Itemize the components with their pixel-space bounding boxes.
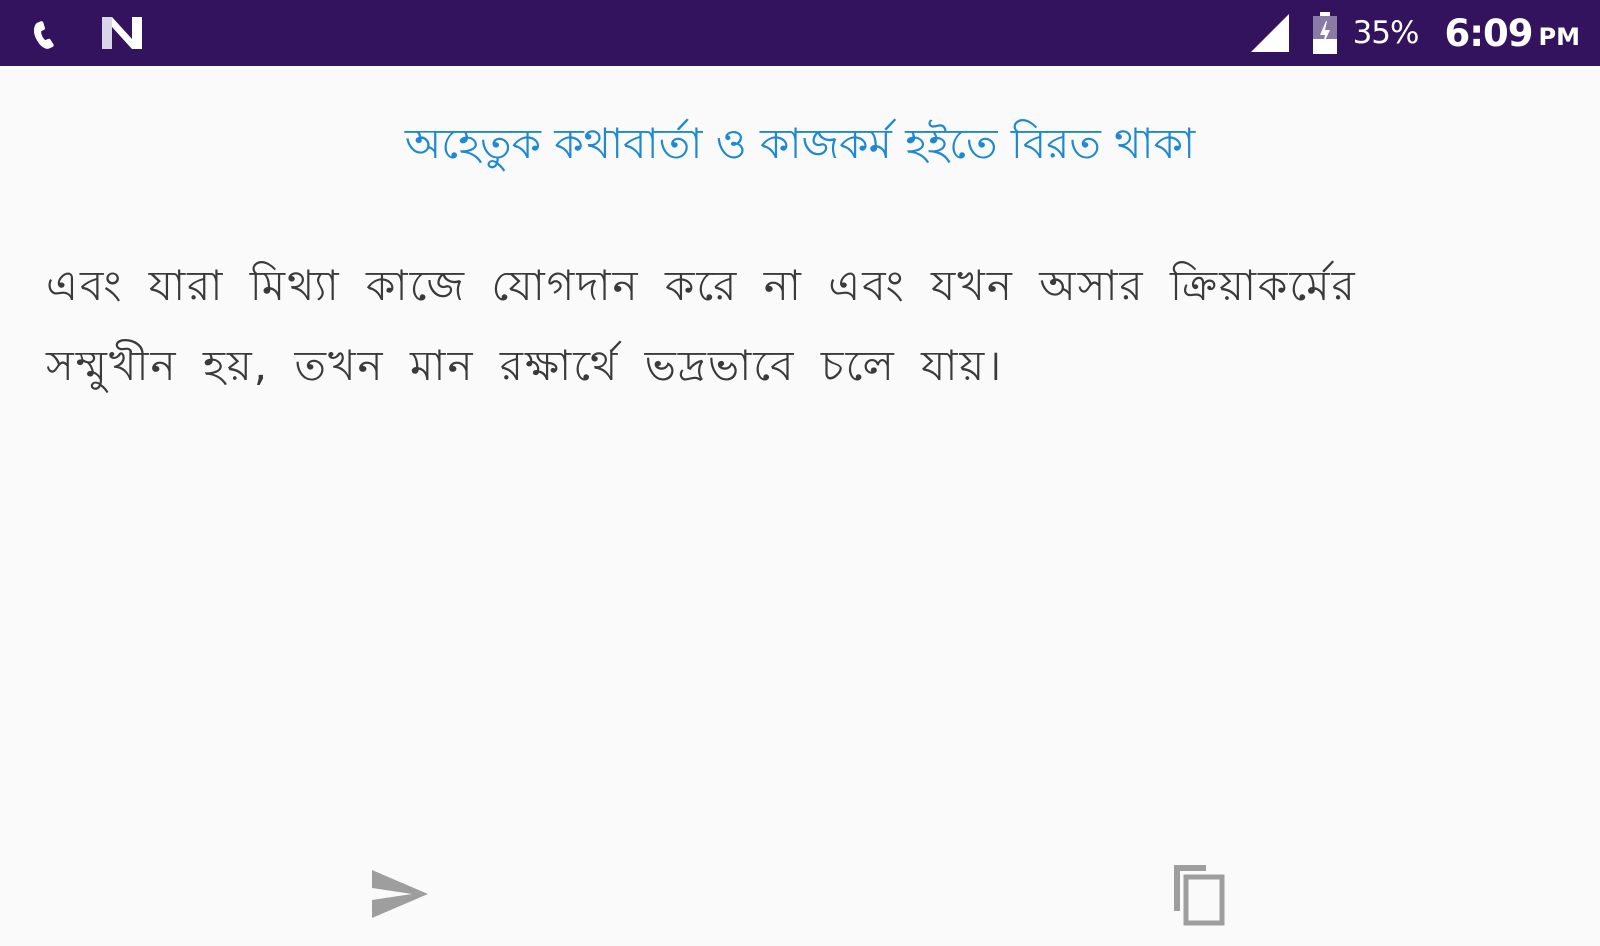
share-button[interactable] xyxy=(360,856,440,936)
clock-ampm: PM xyxy=(1538,23,1580,51)
clock-time: 6:09 xyxy=(1444,11,1533,55)
copy-icon xyxy=(1168,861,1228,931)
verse-text: এবং যারা মিথ্যা কাজে যোগদান করে না এবং য… xyxy=(46,261,1357,390)
status-bar: 35% 6:09 PM xyxy=(0,0,1600,66)
content-area: অহেতুক কথাবার্তা ও কাজকর্ম হইতে বিরত থাক… xyxy=(0,66,1600,926)
battery-icon xyxy=(1311,11,1339,55)
page-title: অহেতুক কথাবার্তা ও কাজকর্ম হইতে বিরত থাক… xyxy=(404,119,1196,168)
signal-icon xyxy=(1249,12,1291,54)
copy-button[interactable] xyxy=(1158,856,1238,936)
action-bar xyxy=(0,856,1600,946)
send-icon xyxy=(368,866,432,926)
status-right-icons: 35% 6:09 PM xyxy=(1249,8,1580,58)
notification-n-icon xyxy=(100,15,144,51)
battery-percentage: 35% xyxy=(1352,15,1420,51)
phone-icon xyxy=(28,12,70,54)
status-left-icons xyxy=(28,10,144,56)
